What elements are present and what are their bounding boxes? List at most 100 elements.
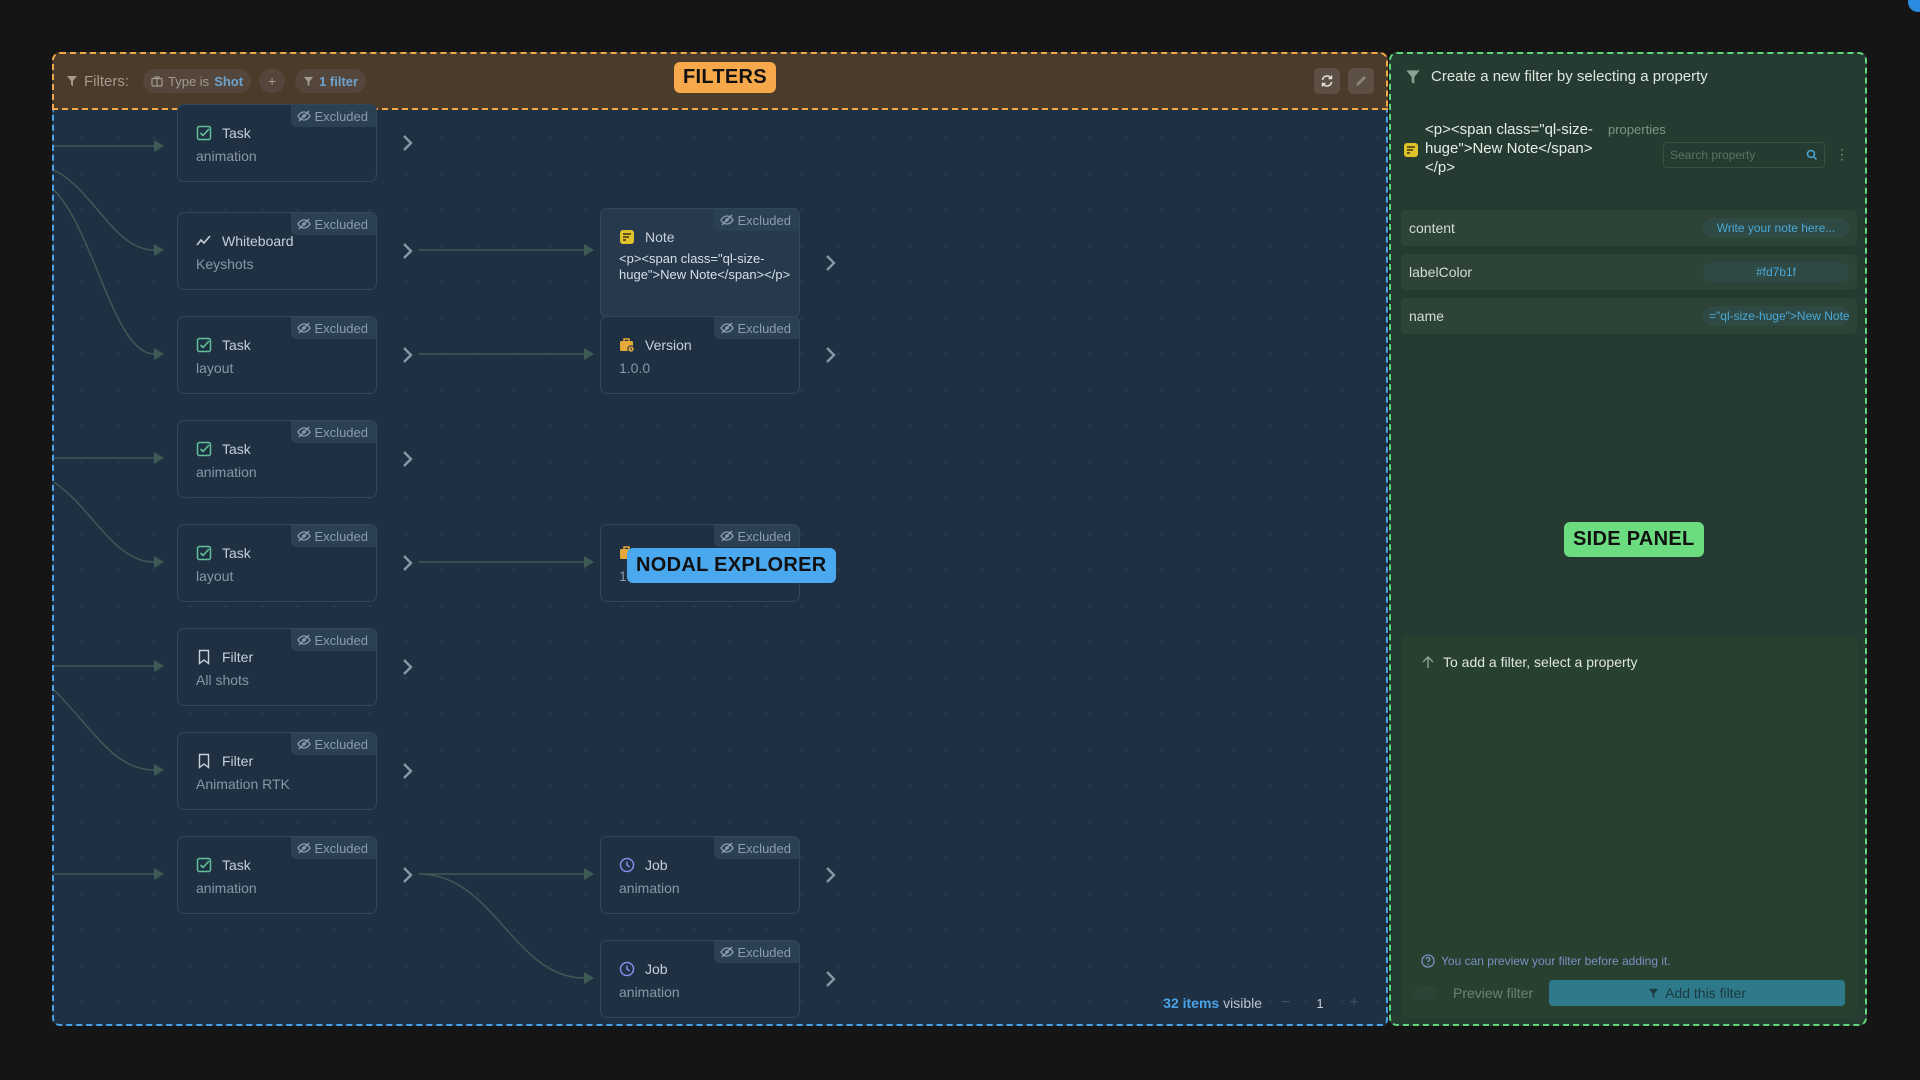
filters-bar: Filters: Type is Shot + 1 filter FILTERS — [52, 52, 1388, 110]
node-task[interactable]: Excluded Task animation — [177, 836, 377, 914]
node-type: Job — [645, 857, 668, 873]
property-value: Write your note here... — [1703, 218, 1849, 238]
expand-node-button[interactable] — [397, 241, 417, 261]
expand-node-button[interactable] — [820, 865, 840, 885]
add-filter-submit-button[interactable]: Add this filter — [1549, 980, 1845, 1006]
excluded-badge: Excluded — [713, 941, 799, 963]
edge-arrow — [584, 556, 594, 568]
excluded-label: Excluded — [314, 424, 368, 440]
chevron-right-icon — [826, 347, 836, 363]
node-subtitle: 1.0.0 — [619, 360, 651, 376]
filter-count-button[interactable]: 1 filter — [295, 69, 367, 93]
node-type: Task — [222, 545, 251, 561]
node-type: Note — [645, 229, 675, 245]
edge-arrow — [154, 868, 164, 880]
eye-off-icon — [296, 218, 311, 230]
filters-label: Filters: — [66, 73, 129, 90]
expand-node-button[interactable] — [820, 345, 840, 365]
node-task[interactable]: Excluded Task animation — [177, 420, 377, 498]
edge-arrow — [154, 348, 164, 360]
entity-title: <p><span class="ql-size-huge">New Note</… — [1425, 121, 1593, 176]
select-property-hint: To add a filter, select a property — [1421, 654, 1638, 670]
chevron-right-icon — [826, 867, 836, 883]
filter-chip-prefix: Type is — [168, 73, 210, 89]
property-row-name[interactable]: name ="ql-size-huge">New Note — [1401, 298, 1857, 334]
status-indicator — [1908, 0, 1920, 12]
explorer-region-tag: NODAL EXPLORER — [627, 548, 836, 583]
node-header: Task — [196, 337, 251, 353]
node-header: Task — [196, 441, 251, 457]
node-type: Whiteboard — [222, 233, 294, 249]
nodal-explorer[interactable]: Excluded Task animation Excluded Whiteboard K… — [52, 104, 1388, 1026]
expand-node-button[interactable] — [397, 553, 417, 573]
eye-off-icon — [296, 110, 311, 122]
search-icon — [1806, 149, 1818, 161]
expand-node-button[interactable] — [397, 345, 417, 365]
node-type: Task — [222, 125, 251, 141]
node-header: Note — [619, 229, 675, 245]
expand-node-button[interactable] — [397, 657, 417, 677]
edge — [54, 689, 155, 771]
excluded-label: Excluded — [314, 108, 368, 124]
eye-off-icon — [719, 214, 734, 226]
filter-chip-type[interactable]: Type is Shot — [143, 69, 252, 93]
task-check-icon — [196, 857, 212, 873]
excluded-badge: Excluded — [713, 837, 799, 859]
briefcase-icon — [151, 76, 163, 87]
chevron-right-icon — [403, 451, 413, 467]
expand-node-button[interactable] — [397, 449, 417, 469]
refresh-icon — [1321, 75, 1333, 87]
preview-toggle[interactable] — [1413, 986, 1437, 1000]
eye-off-icon — [719, 530, 734, 542]
depth-decrease-button[interactable]: − — [1276, 994, 1296, 1012]
property-row-content[interactable]: content Write your note here... — [1401, 210, 1857, 246]
task-check-icon — [196, 125, 212, 141]
excluded-label: Excluded — [314, 320, 368, 336]
refresh-button[interactable] — [1314, 68, 1340, 94]
note-icon — [619, 229, 635, 245]
edge — [418, 873, 585, 979]
node-whiteboard[interactable]: Excluded Whiteboard Keyshots — [177, 212, 377, 290]
eye-off-icon — [296, 322, 311, 334]
node-task[interactable]: Excluded Task layout — [177, 316, 377, 394]
node-filter[interactable]: Excluded Filter All shots — [177, 628, 377, 706]
whiteboard-chart-icon — [196, 233, 212, 249]
visible-count: 32 items visible — [1163, 995, 1262, 1011]
excluded-badge: Excluded — [290, 105, 376, 127]
node-filter[interactable]: Excluded Filter Animation RTK — [177, 732, 377, 810]
expand-node-button[interactable] — [820, 253, 840, 273]
chevron-right-icon — [403, 135, 413, 151]
add-filter-button[interactable]: + — [259, 69, 286, 93]
node-job[interactable]: Excluded Job animation — [600, 836, 800, 914]
chevron-right-icon — [403, 243, 413, 259]
edit-button[interactable] — [1348, 68, 1374, 94]
edge-arrow — [584, 348, 594, 360]
node-version[interactable]: Excluded Version 1.0.0 — [600, 316, 800, 394]
node-header: Filter — [196, 753, 253, 769]
expand-node-button[interactable] — [397, 865, 417, 885]
property-row-labelcolor[interactable]: labelColor #fd7b1f — [1401, 254, 1857, 290]
expand-node-button[interactable] — [397, 133, 417, 153]
expand-node-button[interactable] — [820, 969, 840, 989]
chevron-right-icon — [826, 255, 836, 271]
node-job[interactable]: Excluded Job animation — [600, 940, 800, 1018]
excluded-label: Excluded — [314, 840, 368, 856]
funnel-icon — [67, 76, 77, 86]
eye-off-icon — [719, 946, 734, 958]
expand-node-button[interactable] — [397, 761, 417, 781]
side-panel-title-text: Create a new filter by selecting a prope… — [1431, 68, 1708, 85]
depth-increase-button[interactable]: + — [1344, 994, 1364, 1012]
funnel-icon — [1649, 988, 1659, 998]
property-search-input[interactable]: Search property — [1663, 142, 1825, 168]
excluded-label: Excluded — [737, 320, 791, 336]
explorer-footer: 32 items visible − 1 + — [1163, 994, 1364, 1012]
app-root: Filters: Type is Shot + 1 filter FILTERS — [0, 0, 1920, 1080]
chevron-right-icon — [403, 763, 413, 779]
node-task[interactable]: Excluded Task animation — [177, 104, 377, 182]
node-task[interactable]: Excluded Task layout — [177, 524, 377, 602]
filter-count-label: 1 filter — [319, 73, 359, 89]
edge-arrow — [154, 244, 164, 256]
excluded-label: Excluded — [737, 528, 791, 544]
more-options-icon[interactable]: ⋮ — [1835, 146, 1849, 163]
node-note[interactable]: Excluded Note <p><span class="ql-size-huge… — [600, 208, 800, 318]
